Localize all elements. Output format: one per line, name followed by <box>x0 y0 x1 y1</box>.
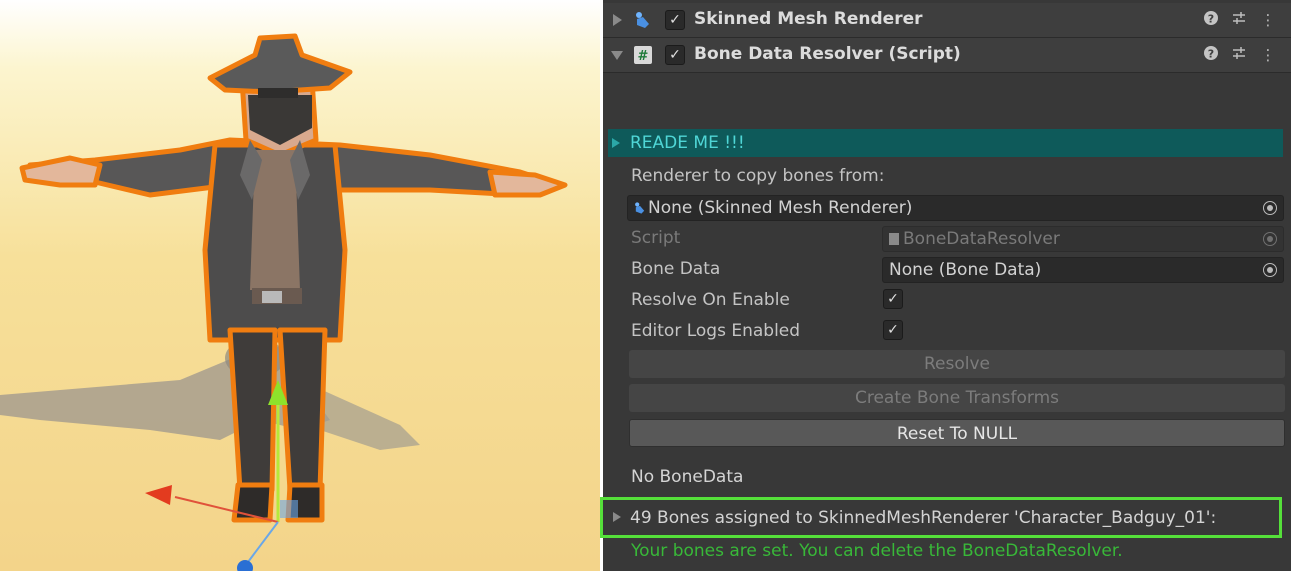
help-icon[interactable]: ? <box>1202 45 1220 65</box>
component-title: Bone Data Resolver (Script) <box>694 44 961 64</box>
no-bonedata-message: No BoneData <box>631 467 744 487</box>
bones-assigned-message: 49 Bones assigned to SkinnedMeshRenderer… <box>630 508 1217 528</box>
bones-assigned-foldout[interactable]: 49 Bones assigned to SkinnedMeshRenderer… <box>600 497 1282 538</box>
fold-arrow-expanded-icon[interactable] <box>611 51 623 60</box>
editor-logs-enabled-checkbox[interactable]: ✓ <box>883 320 903 340</box>
skinned-mesh-icon <box>635 202 645 214</box>
resolve-button[interactable]: Resolve <box>629 350 1285 378</box>
svg-text:?: ? <box>1208 48 1214 61</box>
resolve-on-enable-checkbox[interactable]: ✓ <box>883 289 903 309</box>
enabled-checkbox[interactable]: ✓ <box>665 10 685 30</box>
renderer-to-copy-label: Renderer to copy bones from: <box>631 166 885 186</box>
component-title: Skinned Mesh Renderer <box>694 9 923 29</box>
readme-label: READE ME !!! <box>630 133 745 153</box>
help-icon[interactable]: ? <box>1202 10 1220 30</box>
bone-data-resolver-header[interactable]: # ✓ Bone Data Resolver (Script) ? ⋮ <box>603 38 1291 73</box>
inspector-panel: ✓ Skinned Mesh Renderer ? ⋮ # ✓ Bone Dat… <box>600 0 1291 571</box>
script-file-icon <box>889 233 899 245</box>
enabled-checkbox[interactable]: ✓ <box>665 45 685 65</box>
fold-arrow-collapsed-icon <box>612 138 620 148</box>
scene-viewport[interactable] <box>0 0 600 571</box>
scene-render <box>0 0 600 571</box>
fold-arrow-collapsed-icon[interactable] <box>613 14 622 26</box>
skinned-mesh-renderer-header[interactable]: ✓ Skinned Mesh Renderer ? ⋮ <box>603 3 1291 38</box>
create-bone-transforms-button[interactable]: Create Bone Transforms <box>629 384 1285 412</box>
renderer-object-field[interactable]: None (Skinned Mesh Renderer) <box>627 195 1284 221</box>
presets-icon[interactable] <box>1230 45 1248 65</box>
renderer-field-value: None (Skinned Mesh Renderer) <box>648 198 913 218</box>
editor-logs-enabled-label: Editor Logs Enabled <box>631 321 801 341</box>
bone-data-label: Bone Data <box>631 259 721 279</box>
svg-text:?: ? <box>1208 13 1214 26</box>
reset-to-null-button[interactable]: Reset To NULL <box>629 419 1285 447</box>
success-message: Your bones are set. You can delete the B… <box>631 541 1123 561</box>
script-label: Script <box>631 228 681 248</box>
object-picker-icon <box>1263 232 1277 246</box>
bone-data-field-value: None (Bone Data) <box>889 260 1042 280</box>
resolve-on-enable-label: Resolve On Enable <box>631 290 790 310</box>
kebab-menu-icon[interactable]: ⋮ <box>1259 10 1277 30</box>
object-picker-icon[interactable] <box>1263 201 1277 215</box>
svg-text:#: # <box>638 49 649 64</box>
fold-arrow-collapsed-icon <box>613 512 621 522</box>
bone-data-object-field[interactable]: None (Bone Data) <box>882 257 1284 283</box>
script-field-value: BoneDataResolver <box>903 229 1060 249</box>
script-object-field: BoneDataResolver <box>882 226 1284 252</box>
kebab-menu-icon[interactable]: ⋮ <box>1259 45 1277 65</box>
presets-icon[interactable] <box>1230 10 1248 30</box>
skinned-mesh-icon <box>636 12 649 28</box>
object-picker-icon[interactable] <box>1263 263 1277 277</box>
script-icon: # <box>634 46 652 64</box>
readme-foldout[interactable]: READE ME !!! <box>608 129 1283 157</box>
